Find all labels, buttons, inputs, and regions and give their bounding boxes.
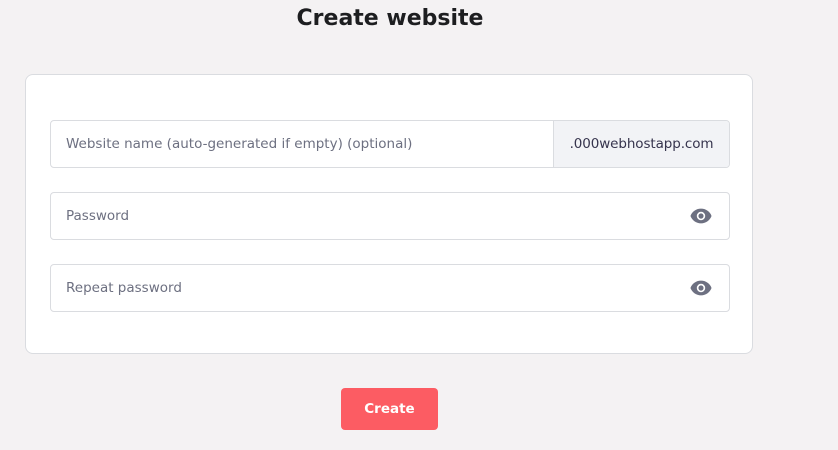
create-website-form-card: .000webhostapp.com bbox=[25, 74, 753, 354]
eye-icon bbox=[690, 208, 712, 224]
password-field bbox=[50, 192, 730, 240]
website-name-input[interactable] bbox=[51, 121, 553, 167]
repeat-password-field bbox=[50, 264, 730, 312]
password-input[interactable] bbox=[51, 193, 673, 239]
domain-suffix: .000webhostapp.com bbox=[553, 121, 729, 167]
show-repeat-password-button[interactable] bbox=[673, 265, 729, 311]
eye-icon bbox=[690, 280, 712, 296]
create-website-page: Create website .000webhostapp.com bbox=[0, 0, 838, 450]
repeat-password-input[interactable] bbox=[51, 265, 673, 311]
show-password-button[interactable] bbox=[673, 193, 729, 239]
create-button[interactable]: Create bbox=[341, 388, 438, 430]
page-title: Create website bbox=[296, 6, 484, 31]
website-name-field: .000webhostapp.com bbox=[50, 120, 730, 168]
